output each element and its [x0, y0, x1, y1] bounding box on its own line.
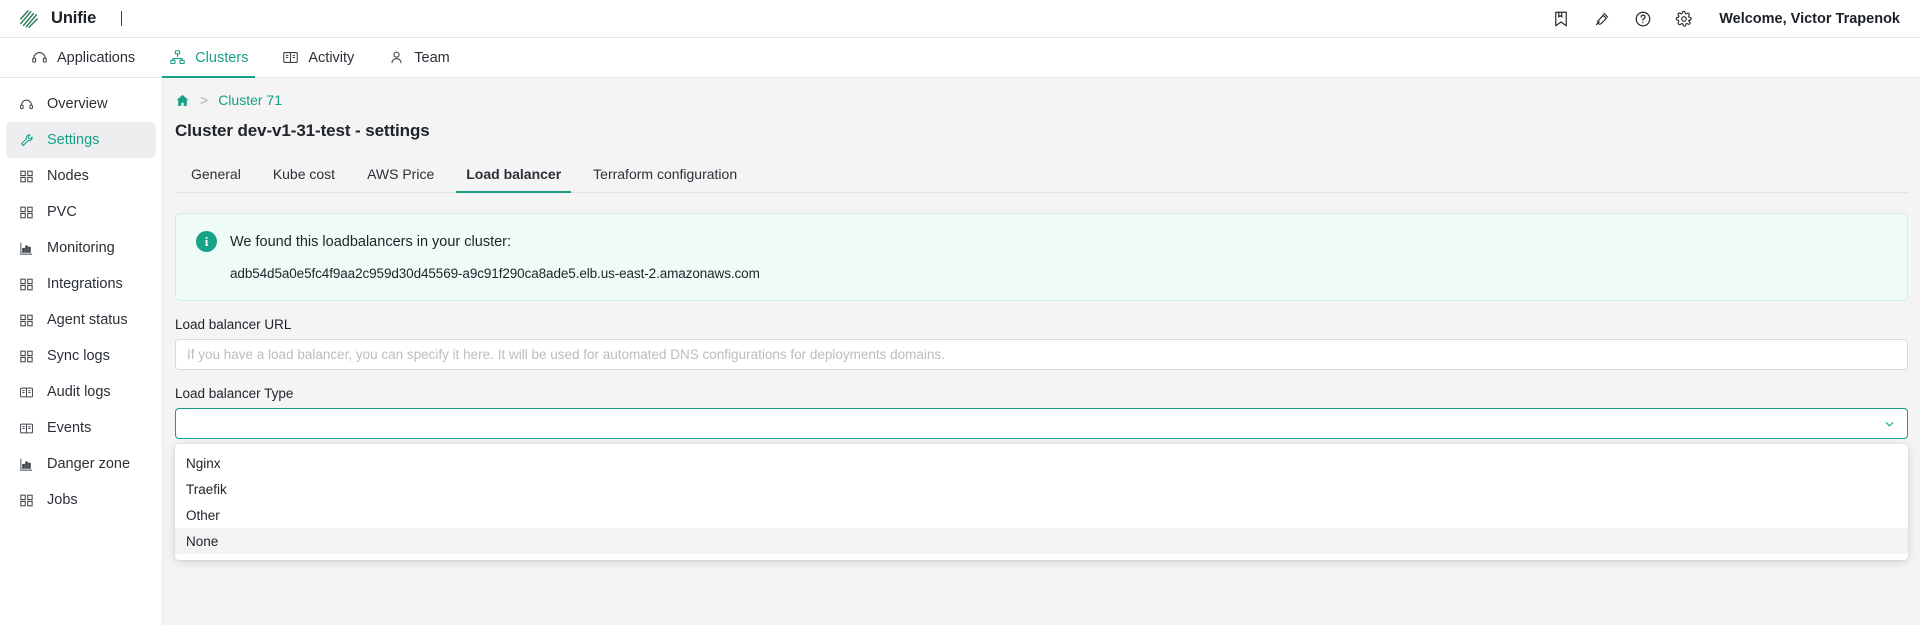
sidebar-item-sync-logs[interactable]: Sync logs: [6, 338, 156, 374]
welcome-text: Welcome, Victor Trapenok: [1719, 10, 1900, 27]
sidebar-item-label: Agent status: [47, 312, 128, 328]
load-balancer-type-select-wrap: [175, 408, 1908, 439]
alert-title: We found this loadbalancers in your clus…: [230, 233, 512, 250]
overview-icon: [18, 97, 34, 112]
topnav-item-clusters[interactable]: Clusters: [152, 38, 265, 78]
topnav-label: Clusters: [195, 49, 249, 66]
main-content: > Cluster 71 Cluster dev-v1-31-test - se…: [163, 78, 1920, 625]
sidebar-item-label: Jobs: [47, 492, 78, 508]
sidebar-item-label: Overview: [47, 96, 108, 112]
wrench-icon: [18, 133, 34, 148]
topnav-label: Activity: [308, 49, 355, 66]
sidebar-item-danger-zone[interactable]: Danger zone: [6, 446, 156, 482]
load-balancer-url-input[interactable]: [175, 339, 1908, 370]
sidebar-item-label: Danger zone: [47, 456, 131, 472]
breadcrumb-separator: >: [200, 92, 209, 108]
brand[interactable]: Unifie: [18, 8, 123, 30]
topnav-label: Team: [414, 49, 450, 66]
sidebar-item-label: Settings: [47, 132, 100, 148]
grid-icon: [18, 169, 34, 184]
load-balancer-type-select[interactable]: [175, 408, 1908, 439]
grid-icon: [18, 313, 34, 328]
tab-load-balancer[interactable]: Load balancer: [450, 160, 577, 193]
help-circle-icon[interactable]: [1633, 9, 1652, 28]
team-icon: [388, 49, 405, 66]
sidebar-item-label: Integrations: [47, 276, 123, 292]
settings-tabs: General Kube cost AWS Price Load balance…: [175, 160, 1908, 193]
grid-icon: [18, 349, 34, 364]
top-nav: Applications Clusters Activity Team: [0, 38, 1920, 78]
app-shell: Overview Settings Nodes PVC Monitoring I…: [0, 78, 1920, 625]
grid-icon: [18, 277, 34, 292]
dropdown-option-other[interactable]: Other: [175, 502, 1908, 528]
brand-divider: [121, 11, 123, 26]
topnav-item-applications[interactable]: Applications: [14, 38, 152, 77]
applications-icon: [31, 49, 48, 66]
tab-kube-cost[interactable]: Kube cost: [257, 160, 351, 192]
gear-icon[interactable]: [1674, 9, 1693, 28]
topnav-item-activity[interactable]: Activity: [265, 38, 371, 77]
sidebar-item-label: Sync logs: [47, 348, 110, 364]
sidebar-item-jobs[interactable]: Jobs: [6, 482, 156, 518]
breadcrumb-link-cluster[interactable]: Cluster 71: [218, 92, 282, 108]
unifie-logo-icon: [18, 8, 40, 30]
sidebar-item-nodes[interactable]: Nodes: [6, 158, 156, 194]
sidebar-item-settings[interactable]: Settings: [6, 122, 156, 158]
sidebar-item-label: PVC: [47, 204, 77, 220]
chart-icon: [18, 241, 34, 256]
bookmark-icon[interactable]: [1551, 9, 1570, 28]
tab-general[interactable]: General: [175, 160, 257, 192]
sidebar-item-monitoring[interactable]: Monitoring: [6, 230, 156, 266]
sidebar: Overview Settings Nodes PVC Monitoring I…: [0, 78, 163, 625]
brand-name: Unifie: [51, 9, 97, 27]
load-balancer-type-dropdown: Nginx Traefik Other None: [175, 444, 1908, 560]
sidebar-item-label: Audit logs: [47, 384, 111, 400]
load-balancer-url-label: Load balancer URL: [175, 317, 292, 332]
loadbalancer-info-alert: i We found this loadbalancers in your cl…: [175, 213, 1908, 301]
sidebar-item-label: Nodes: [47, 168, 89, 184]
alert-loadbalancer-hostname: adb54d5a0e5fc4f9aa2c959d30d45569-a9c91f2…: [230, 266, 760, 281]
chart-icon: [18, 457, 34, 472]
book-icon: [18, 385, 34, 400]
alert-header-row: i We found this loadbalancers in your cl…: [196, 231, 1887, 252]
dropdown-option-nginx[interactable]: Nginx: [175, 450, 1908, 476]
top-bar: Unifie Welcome, Victor Trapenok: [0, 0, 1920, 38]
sidebar-item-audit-logs[interactable]: Audit logs: [6, 374, 156, 410]
sidebar-item-agent-status[interactable]: Agent status: [6, 302, 156, 338]
info-icon: i: [196, 231, 217, 252]
activity-icon: [282, 49, 299, 66]
tab-aws-price[interactable]: AWS Price: [351, 160, 450, 192]
tab-terraform-configuration[interactable]: Terraform configuration: [577, 160, 753, 192]
load-balancer-type-label: Load balancer Type: [175, 386, 294, 401]
topnav-item-team[interactable]: Team: [371, 38, 466, 77]
topbar-actions: Welcome, Victor Trapenok: [1551, 9, 1900, 28]
home-icon[interactable]: [175, 93, 190, 108]
sidebar-item-label: Events: [47, 420, 92, 436]
grid-icon: [18, 205, 34, 220]
sidebar-item-integrations[interactable]: Integrations: [6, 266, 156, 302]
page-title: Cluster dev-v1-31-test - settings: [175, 121, 430, 140]
topnav-label: Applications: [57, 49, 136, 66]
sidebar-item-overview[interactable]: Overview: [6, 86, 156, 122]
sidebar-item-label: Monitoring: [47, 240, 115, 256]
clusters-icon: [169, 49, 186, 66]
grid-icon: [18, 493, 34, 508]
breadcrumb: > Cluster 71: [175, 88, 1908, 110]
plug-icon[interactable]: [1592, 9, 1611, 28]
dropdown-option-none[interactable]: None: [175, 528, 1908, 554]
book-icon: [18, 421, 34, 436]
sidebar-item-pvc[interactable]: PVC: [6, 194, 156, 230]
sidebar-item-events[interactable]: Events: [6, 410, 156, 446]
dropdown-option-traefik[interactable]: Traefik: [175, 476, 1908, 502]
